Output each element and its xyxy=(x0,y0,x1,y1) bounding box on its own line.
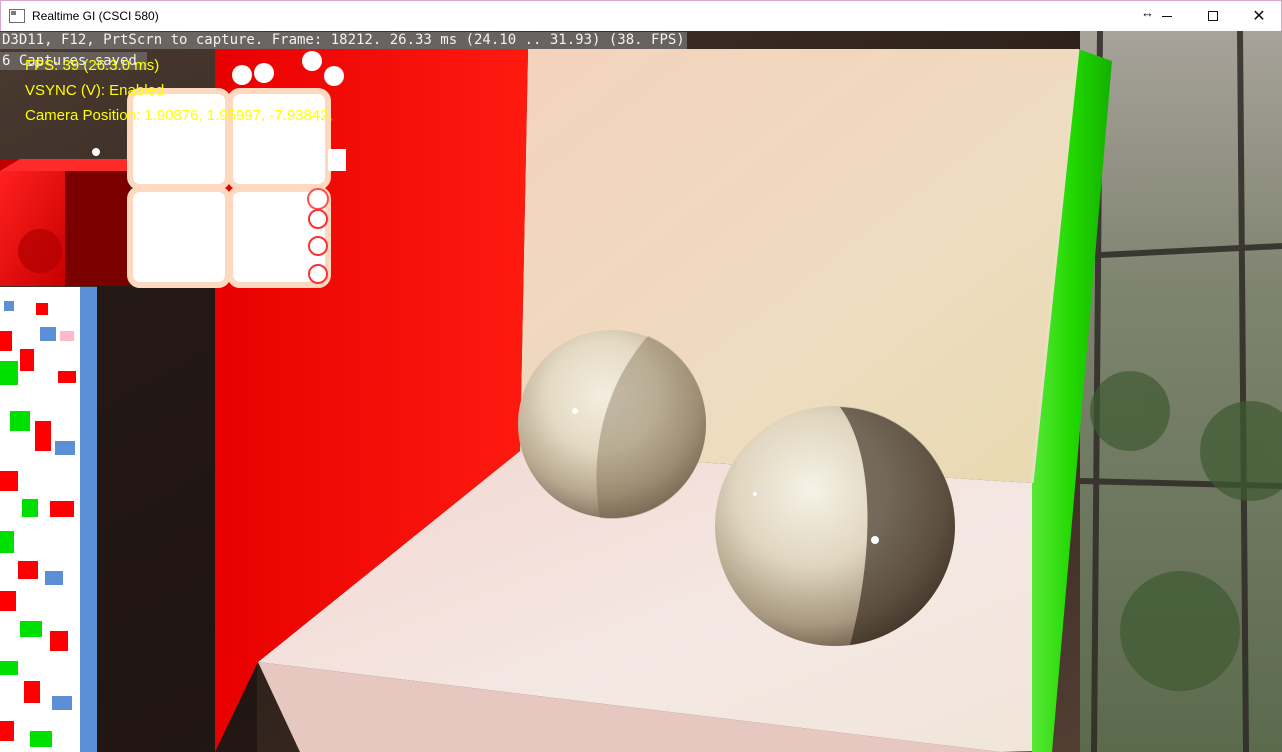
minimize-button[interactable] xyxy=(1144,1,1190,31)
cornell-box-scene xyxy=(0,31,1282,752)
frame-stats-text: D3D11, F12, PrtScrn to capture. Frame: 1… xyxy=(0,32,687,49)
close-icon: ✕ xyxy=(1252,6,1266,25)
fps-readout: FPS: 39 (26.3.0 ms) xyxy=(25,57,160,74)
window-title: Realtime GI (CSCI 580) xyxy=(32,9,159,23)
camera-position-readout: Camera Position: 1.90876, 1.95997, -7.93… xyxy=(25,107,333,124)
maximize-icon xyxy=(1208,11,1218,21)
app-window-icon[interactable] xyxy=(9,9,25,23)
maximize-button[interactable] xyxy=(1190,1,1236,31)
cube-thumbnail xyxy=(0,159,130,286)
minimize-icon xyxy=(1162,15,1172,17)
vsync-status: VSYNC (V): Enabled xyxy=(25,82,165,99)
close-button[interactable]: ✕ xyxy=(1236,1,1282,31)
window-title-bar[interactable]: Realtime GI (CSCI 580) ↔ ✕ xyxy=(0,0,1282,31)
render-viewport[interactable]: D3D11, F12, PrtScrn to capture. Frame: 1… xyxy=(0,31,1282,752)
texture-atlas-strip xyxy=(0,287,97,752)
